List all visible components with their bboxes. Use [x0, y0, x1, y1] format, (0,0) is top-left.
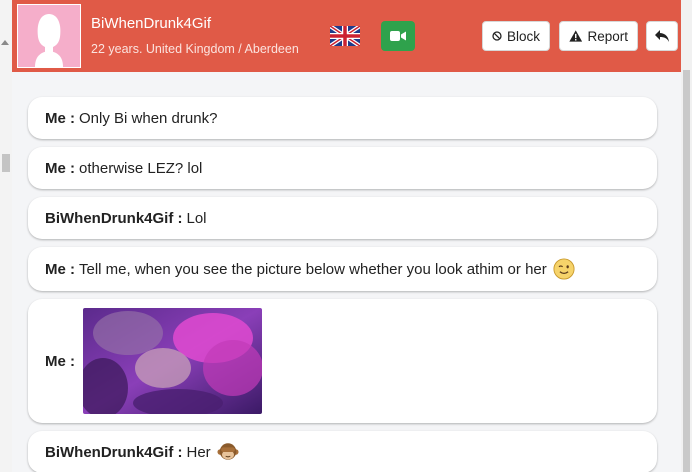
username[interactable]: BiWhenDrunk4Gif: [91, 15, 211, 32]
scrollbar-thumb[interactable]: [683, 70, 690, 472]
message-item: BiWhenDrunk4Gif : Her: [28, 431, 657, 472]
message-sender: Me :: [45, 352, 75, 370]
message-item: Me : Tell me, when you see the picture b…: [28, 247, 657, 291]
reply-arrow-icon: [655, 30, 669, 42]
message-text: Tell me, when you see the picture below …: [79, 260, 547, 278]
chat-scrollbar[interactable]: [681, 0, 692, 472]
message-sender: Me :: [45, 260, 75, 278]
user-details: 22 years. United Kingdom / Aberdeen: [91, 42, 299, 56]
left-scroll-strip[interactable]: [0, 0, 12, 472]
video-call-button[interactable]: [381, 21, 415, 51]
ban-icon: [492, 31, 502, 41]
warning-icon: [569, 30, 583, 42]
message-text: Only Bi when drunk?: [79, 109, 218, 127]
back-button[interactable]: [646, 21, 678, 51]
avatar[interactable]: [17, 4, 81, 68]
block-label: Block: [506, 28, 540, 44]
message-text: Her: [186, 443, 211, 461]
message-text: Lol: [186, 209, 207, 227]
message-text: otherwise LEZ? lol: [79, 159, 203, 177]
scroll-thumb[interactable]: [2, 154, 10, 172]
message-item: Me : otherwise LEZ? lol: [28, 147, 657, 189]
image-attachment[interactable]: [83, 308, 262, 414]
chat-header: BiWhenDrunk4Gif 22 years. United Kingdom…: [12, 0, 681, 72]
message-sender: Me :: [45, 109, 75, 127]
report-label: Report: [587, 28, 628, 44]
female-silhouette-icon: [35, 14, 63, 67]
see-no-evil-monkey-icon: [217, 443, 239, 460]
video-camera-icon: [390, 31, 406, 41]
chat-window: BiWhenDrunk4Gif 22 years. United Kingdom…: [12, 0, 681, 472]
message-sender: Me :: [45, 159, 75, 177]
winking-face-icon: [553, 258, 575, 280]
report-button[interactable]: Report: [559, 21, 638, 51]
uk-flag-icon: [330, 26, 360, 46]
message-item: Me : Only Bi when drunk?: [28, 97, 657, 139]
message-item: Me :: [28, 299, 657, 423]
message-sender: BiWhenDrunk4Gif :: [45, 209, 183, 227]
scroll-up-arrow-icon[interactable]: [1, 40, 9, 45]
block-button[interactable]: Block: [482, 21, 550, 51]
message-item: BiWhenDrunk4Gif : Lol: [28, 197, 657, 239]
message-sender: BiWhenDrunk4Gif :: [45, 443, 183, 461]
